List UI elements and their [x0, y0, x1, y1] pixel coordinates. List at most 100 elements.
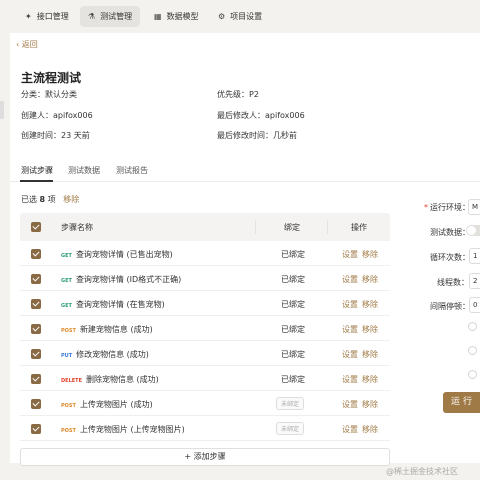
remove-link[interactable]: 移除 — [362, 325, 378, 334]
data-model-icon: ▦ — [154, 12, 162, 21]
settings-link[interactable]: 设置 — [342, 300, 358, 309]
step-label: 新建宠物信息 (成功) — [79, 325, 153, 334]
tab-test-report[interactable]: 测试报告 — [116, 165, 148, 176]
step-name[interactable]: GET 查询宠物详情 (已售出宠物) — [61, 249, 173, 260]
row-checkbox[interactable] — [31, 349, 41, 359]
settings-link[interactable]: 设置 — [342, 425, 358, 434]
row-ops: 设置 移除 — [342, 274, 378, 285]
remove-link[interactable]: 移除 — [362, 250, 378, 259]
settings-link[interactable]: 设置 — [342, 275, 358, 284]
row-checkbox[interactable] — [31, 299, 41, 309]
option-radio[interactable] — [468, 370, 477, 379]
selection-summary: 已选 8 项 移除 — [21, 194, 79, 205]
binding-status[interactable]: 未绑定 — [276, 422, 305, 435]
nav-tab-model[interactable]: ▦ 数据模型 — [146, 6, 207, 27]
row-ops: 设置 移除 — [342, 299, 378, 310]
settings-link[interactable]: 设置 — [342, 250, 358, 259]
nav-tab-test[interactable]: ⚗ 测试管理 — [80, 6, 141, 27]
binding-status: 已绑定 — [281, 325, 305, 334]
step-label: 上传宠物图片 (成功) — [79, 400, 153, 409]
required-mark: * — [424, 203, 428, 212]
flask-icon: ⚗ — [88, 12, 96, 21]
env-label-text: 运行环境： — [430, 203, 470, 212]
settings-link[interactable]: 设置 — [342, 400, 358, 409]
method-badge: GET — [61, 278, 72, 284]
step-name[interactable]: POST 上传宠物图片 (成功) — [61, 399, 153, 410]
env-select[interactable]: M — [468, 199, 480, 215]
add-step-label: 添加步骤 — [193, 452, 226, 461]
table-row[interactable]: POST 上传宠物图片 (上传宠物图片) 未绑定 设置 移除 — [20, 416, 390, 441]
step-label: 查询宠物详情 (ID格式不正确) — [75, 275, 182, 284]
table-row[interactable]: POST 新建宠物信息 (成功) 已绑定 设置 移除 — [20, 316, 390, 341]
api-icon: ✦ — [25, 12, 32, 21]
settings-link[interactable]: 设置 — [342, 350, 358, 359]
row-checkbox[interactable] — [31, 324, 41, 334]
step-name[interactable]: GET 查询宠物详情 (在售宠物) — [61, 299, 165, 310]
table-row[interactable]: POST 上传宠物图片 (成功) 未绑定 设置 移除 — [20, 391, 390, 416]
row-checkbox[interactable] — [31, 374, 41, 384]
step-name[interactable]: GET 查询宠物详情 (ID格式不正确) — [61, 274, 181, 285]
header-ops: 操作 — [351, 223, 367, 232]
page-title: 主流程测试 — [21, 71, 82, 85]
settings-link[interactable]: 设置 — [342, 325, 358, 334]
back-link[interactable]: ‹ 返回 — [16, 39, 38, 50]
nav-tab-api[interactable]: ✦ 接口管理 — [17, 6, 77, 27]
add-step-button[interactable]: + 添加步骤 — [20, 448, 390, 466]
subtabs-divider — [10, 181, 480, 182]
remove-link[interactable]: 移除 — [362, 275, 378, 284]
row-checkbox[interactable] — [31, 249, 41, 259]
binding-status[interactable]: 未绑定 — [276, 397, 305, 410]
row-ops: 设置 移除 — [342, 424, 378, 435]
method-badge: POST — [61, 403, 76, 409]
step-label: 上传宠物图片 (上传宠物图片) — [79, 425, 185, 434]
nav-tab-label: 数据模型 — [166, 12, 199, 21]
settings-link[interactable]: 设置 — [342, 375, 358, 384]
test-data-toggle[interactable] — [466, 225, 480, 236]
select-all-checkbox[interactable] — [31, 222, 41, 232]
option-radio[interactable] — [468, 346, 477, 355]
selection-count: 8 — [39, 195, 46, 204]
remove-link[interactable]: 移除 — [362, 375, 378, 384]
threads-input[interactable]: 2 — [469, 273, 480, 289]
nav-tab-settings[interactable]: ⚙ 项目设置 — [210, 6, 270, 27]
step-name[interactable]: POST 新建宠物信息 (成功) — [61, 324, 153, 335]
interval-input[interactable]: 0 — [469, 297, 480, 313]
env-label: * 运行环境： — [424, 202, 470, 213]
nav-tab-label: 项目设置 — [230, 12, 263, 21]
step-name[interactable]: PUT 修改宠物信息 (成功) — [61, 349, 149, 360]
tab-test-data[interactable]: 测试数据 — [68, 165, 100, 176]
remove-link[interactable]: 移除 — [362, 300, 378, 309]
selection-prefix: 已选 — [21, 195, 37, 204]
remove-link[interactable]: 移除 — [362, 425, 378, 434]
watermark: @稀土掘金技术社区 — [386, 467, 458, 476]
binding-status: 已绑定 — [281, 300, 305, 309]
table-row[interactable]: DELETE 删除宠物信息 (成功) 已绑定 设置 移除 — [20, 366, 390, 391]
table-row[interactable]: GET 查询宠物详情 (ID格式不正确) 已绑定 设置 移除 — [20, 266, 390, 291]
table-row[interactable]: GET 查询宠物详情 (已售出宠物) 已绑定 设置 移除 — [20, 241, 390, 266]
nav-tab-label: 测试管理 — [100, 12, 133, 21]
loops-input[interactable]: 1 — [469, 248, 480, 264]
binding-status: 已绑定 — [281, 375, 305, 384]
row-checkbox[interactable] — [31, 274, 41, 284]
collapse-handle[interactable] — [0, 101, 4, 119]
header-step-name: 步骤名称 — [61, 223, 93, 232]
step-label: 查询宠物详情 (在售宠物) — [75, 300, 165, 309]
table-row[interactable]: GET 查询宠物详情 (在售宠物) 已绑定 设置 移除 — [20, 291, 390, 316]
row-checkbox[interactable] — [31, 424, 41, 434]
header-divider — [327, 220, 328, 234]
method-badge: GET — [61, 303, 72, 309]
meta-modified: 最后修改时间：几秒前 — [217, 131, 297, 140]
remove-link[interactable]: 移除 — [362, 350, 378, 359]
remove-link[interactable]: 移除 — [362, 400, 378, 409]
row-checkbox[interactable] — [31, 399, 41, 409]
step-name[interactable]: POST 上传宠物图片 (上传宠物图片) — [61, 424, 185, 435]
top-nav: ✦ 接口管理 ⚗ 测试管理 ▦ 数据模型 ⚙ 项目设置 — [0, 0, 480, 33]
loops-label: 循环次数： — [430, 253, 470, 262]
tab-test-steps[interactable]: 测试步骤 — [21, 165, 53, 176]
option-radio[interactable] — [468, 322, 477, 331]
remove-selected-button[interactable]: 移除 — [63, 195, 79, 204]
table-row[interactable]: PUT 修改宠物信息 (成功) 已绑定 设置 移除 — [20, 341, 390, 366]
step-name[interactable]: DELETE 删除宠物信息 (成功) — [61, 374, 159, 385]
row-ops: 设置 移除 — [342, 324, 378, 335]
run-button[interactable]: 运行 — [443, 392, 480, 413]
